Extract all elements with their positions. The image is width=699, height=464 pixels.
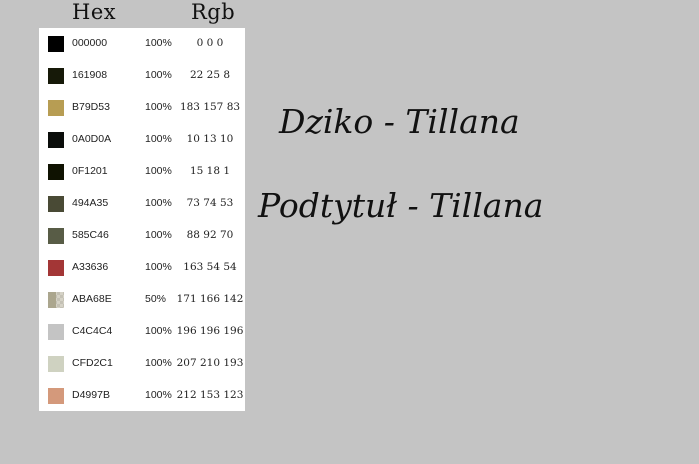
rgb-value: 73 74 53 <box>186 197 234 209</box>
rgb-value: 163 54 54 <box>183 261 237 273</box>
color-swatch <box>48 388 64 404</box>
opacity-value: 100% <box>145 133 172 145</box>
hex-value: D4997B <box>72 389 110 401</box>
opacity-value: 100% <box>145 197 172 209</box>
subtitle-font-sample: Podtytuł - Tillana <box>258 186 544 225</box>
rgb-value: 15 18 1 <box>189 165 231 177</box>
opacity-value: 100% <box>145 325 172 337</box>
color-swatch <box>48 356 64 372</box>
opacity-value: 100% <box>145 389 172 401</box>
hex-value: 0F1201 <box>72 165 108 177</box>
hex-value: 000000 <box>72 37 108 49</box>
swatch-transparent-half <box>56 292 64 308</box>
color-swatch <box>48 68 64 84</box>
palette-row: 0A0D0A 100% 10 13 10 <box>39 124 245 156</box>
color-swatch <box>48 228 64 244</box>
rgb-column-header: Rgb <box>191 0 236 24</box>
opacity-value: 100% <box>145 357 172 369</box>
opacity-value: 100% <box>145 261 172 273</box>
palette-row: B79D53 100% 183 157 83 <box>39 92 245 124</box>
palette-row: 0F1201 100% 15 18 1 <box>39 156 245 188</box>
color-swatch <box>48 36 64 52</box>
rgb-value: 196 196 196 <box>176 325 244 337</box>
rgb-value: 171 166 142 <box>176 293 244 305</box>
palette-row: D4997B 100% 212 153 123 <box>39 380 245 412</box>
rgb-value: 22 25 8 <box>189 69 231 81</box>
opacity-value: 100% <box>145 101 172 113</box>
color-swatch <box>48 132 64 148</box>
color-swatch <box>48 164 64 180</box>
hex-value: 0A0D0A <box>72 133 112 145</box>
hex-value: B79D53 <box>72 101 110 113</box>
opacity-value: 100% <box>145 37 172 49</box>
hex-value: A33636 <box>72 261 109 273</box>
hex-value: C4C4C4 <box>72 325 113 337</box>
color-swatch <box>48 324 64 340</box>
hex-value: CFD2C1 <box>72 357 113 369</box>
rgb-value: 0 0 0 <box>196 37 224 49</box>
palette-row: 161908 100% 22 25 8 <box>39 60 245 92</box>
color-swatch <box>48 292 64 308</box>
color-swatch <box>48 100 64 116</box>
color-swatch <box>48 196 64 212</box>
hex-value: ABA68E <box>72 293 112 305</box>
opacity-value: 100% <box>145 229 172 241</box>
rgb-value: 10 13 10 <box>186 133 234 145</box>
opacity-value: 50% <box>145 293 167 305</box>
palette-row: 494A35 100% 73 74 53 <box>39 188 245 220</box>
rgb-value: 183 157 83 <box>179 101 241 113</box>
palette-row: C4C4C4 100% 196 196 196 <box>39 316 245 348</box>
rgb-value: 207 210 193 <box>176 357 244 369</box>
palette-row: ABA68E 50% 171 166 142 <box>39 284 245 316</box>
palette-row: 000000 100% 0 0 0 <box>39 28 245 60</box>
rgb-value: 88 92 70 <box>186 229 234 241</box>
opacity-value: 100% <box>145 165 172 177</box>
swatch-solid-half <box>48 292 56 308</box>
color-swatch <box>48 260 64 276</box>
hex-column-header: Hex <box>72 0 117 24</box>
hex-value: 161908 <box>72 69 108 81</box>
opacity-value: 100% <box>145 69 172 81</box>
title-font-sample: Dziko - Tillana <box>279 102 520 141</box>
palette-row: A33636 100% 163 54 54 <box>39 252 245 284</box>
palette-row: CFD2C1 100% 207 210 193 <box>39 348 245 380</box>
palette-row: 585C46 100% 88 92 70 <box>39 220 245 252</box>
hex-value: 585C46 <box>72 229 109 241</box>
rgb-value: 212 153 123 <box>176 389 244 401</box>
hex-value: 494A35 <box>72 197 109 209</box>
palette-panel: 000000 100% 0 0 0 161908 100% 22 25 8 B79D53 10… <box>39 28 245 411</box>
